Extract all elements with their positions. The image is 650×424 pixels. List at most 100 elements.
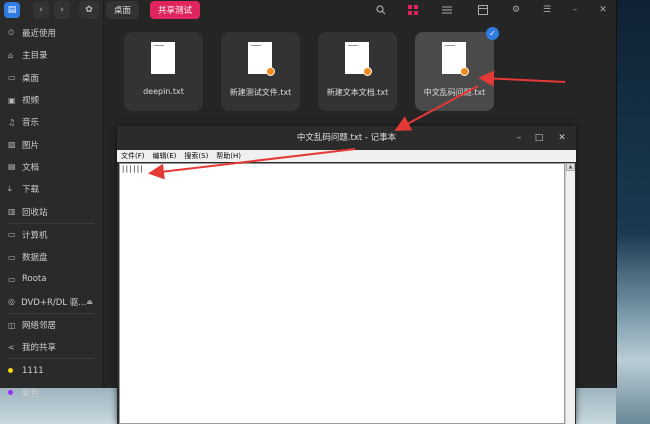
sidebar-item-videos[interactable]: ▣ 视频 <box>0 89 103 111</box>
sidebar-item-label: 音乐 <box>22 118 40 129</box>
home-button[interactable]: ✿ <box>79 1 99 19</box>
clock-icon: ⏲ <box>8 28 15 38</box>
sidebar-item-computer[interactable]: ▭ 计算机 <box>0 224 103 246</box>
sidebar-item-label: DVD+R/DL 驱... <box>21 297 87 308</box>
sidebar-item-roota[interactable]: ▭ Roota <box>0 268 103 290</box>
file-name: 新建文本文档.txt <box>326 88 389 97</box>
forward-button[interactable]: › <box>54 1 70 19</box>
sidebar-tag-1111[interactable]: 1111 <box>0 359 103 381</box>
sidebar-item-music[interactable]: ♫ 音乐 <box>0 111 103 133</box>
sidebar-item-label: 网络邻居 <box>22 321 57 331</box>
sidebar-item-label: 1111 <box>22 365 44 376</box>
home-icon: ⌂ <box>8 50 14 60</box>
lock-badge-icon <box>363 67 372 76</box>
window-title: 中文乱码问题.txt - 记事本 <box>296 133 397 143</box>
text-area[interactable]: |||||| <box>119 163 565 424</box>
desktop-background <box>616 0 650 424</box>
sidebar-nav: ⏲ 最近使用 ⌂ 主目录 ▭ 桌面 ▣ 视频 ♫ 音乐 ▨ 图片 ▤ 文档 ⤓ 下载 ▥ 回收站 … <box>0 22 103 404</box>
sidebar-item-label: 我的共享 <box>22 343 57 354</box>
menu-help[interactable]: 帮助(H) <box>212 151 245 161</box>
detail-view-icon[interactable] <box>476 3 490 17</box>
lock-badge-icon <box>266 67 275 76</box>
file-item-selected[interactable]: 中文乱码问题.txt <box>415 32 494 111</box>
minimize-button[interactable]: – <box>511 130 527 146</box>
sidebar: ▤ ⏲ 最近使用 ⌂ 主目录 ▭ 桌面 ▣ 视频 ♫ 音乐 ▨ 图片 ▤ 文档 ⤓ 下载 ▥ 回收… <box>0 0 104 399</box>
chevron-left-icon: ‹ <box>39 5 43 15</box>
sidebar-item-data-disk[interactable]: ▭ 数据盘 <box>0 246 103 268</box>
sidebar-item-pictures[interactable]: ▨ 图片 <box>0 133 103 155</box>
menu-bar: 文件(F) 编辑(E) 搜索(S) 帮助(H) <box>117 150 576 162</box>
picture-icon: ▨ <box>8 140 16 150</box>
close-icon[interactable]: ✕ <box>596 3 610 17</box>
menu-search[interactable]: 搜索(S) <box>180 151 212 161</box>
sidebar-item-documents[interactable]: ▤ 文档 <box>0 156 103 178</box>
file-name: 中文乱码问题.txt <box>423 88 486 97</box>
file-item[interactable]: 新建文本文档.txt <box>318 32 397 111</box>
app-logo-icon[interactable]: ▤ <box>4 2 20 18</box>
sidebar-item-desktop[interactable]: ▭ 桌面 <box>0 67 103 89</box>
share-icon: < <box>8 342 15 352</box>
sidebar-item-label: 文档 <box>22 162 40 173</box>
breadcrumb-share-test[interactable]: 共享测试 <box>150 1 201 19</box>
sidebar-tag-purple[interactable]: 紫色 <box>0 382 103 404</box>
back-button[interactable]: ‹ <box>33 1 49 19</box>
lock-badge-icon <box>460 67 469 76</box>
computer-icon: ▭ <box>8 230 16 240</box>
sidebar-item-label: 紫色 <box>22 388 40 399</box>
text-file-icon <box>151 42 175 74</box>
document-icon: ▤ <box>8 162 16 172</box>
disk-icon: ▭ <box>8 252 16 262</box>
breadcrumb-desktop[interactable]: 桌面 <box>106 1 140 19</box>
tag-dot-icon <box>8 390 13 396</box>
sidebar-item-home[interactable]: ⌂ 主目录 <box>0 44 103 66</box>
optical-drive-icon: ◎ <box>8 297 15 307</box>
sidebar-item-label: 回收站 <box>22 207 48 218</box>
scroll-up-icon[interactable]: ▲ <box>566 163 575 171</box>
chevron-right-icon: › <box>60 5 64 15</box>
text-file-icon <box>345 42 372 76</box>
home-icon: ✿ <box>85 5 93 15</box>
icon-view-icon[interactable] <box>406 3 420 17</box>
sidebar-item-my-share[interactable]: < 我的共享 <box>0 336 103 358</box>
sidebar-item-label: 主目录 <box>22 51 48 62</box>
sidebar-item-label: Roota <box>22 274 47 285</box>
sidebar-item-downloads[interactable]: ⤓ 下载 <box>0 178 103 200</box>
text-file-icon <box>248 42 275 76</box>
sidebar-item-trash[interactable]: ▥ 回收站 <box>0 200 103 222</box>
sidebar-item-label: 最近使用 <box>22 29 57 40</box>
music-icon: ♫ <box>8 117 16 127</box>
list-view-icon[interactable] <box>440 3 454 17</box>
disk-icon: ▭ <box>8 274 16 284</box>
sidebar-item-dvd-drive[interactable]: ◎ DVD+R/DL 驱... ⏏ <box>0 291 103 313</box>
file-name: deepin.txt <box>143 87 184 96</box>
sidebar-item-label: 数据盘 <box>22 253 48 264</box>
text-content: |||||| <box>121 165 144 173</box>
maximize-button[interactable]: □ <box>531 130 547 146</box>
checkmark-icon: ✓ <box>486 27 499 40</box>
sidebar-item-label: 图片 <box>22 140 40 151</box>
sidebar-item-label: 桌面 <box>22 73 40 84</box>
text-file-icon <box>442 42 469 76</box>
menu-icon[interactable]: ☰ <box>540 3 554 17</box>
video-icon: ▣ <box>8 95 16 105</box>
settings-icon[interactable]: ⚙ <box>509 3 523 17</box>
file-name: 新建测试文件.txt <box>229 88 292 97</box>
minimize-icon[interactable]: – <box>568 3 582 17</box>
vertical-scrollbar[interactable]: ▲ <box>565 163 575 424</box>
file-item[interactable]: deepin.txt <box>124 32 203 111</box>
desktop-icon: ▭ <box>8 73 16 83</box>
sidebar-item-label: 视频 <box>22 96 40 107</box>
eject-icon[interactable]: ⏏ <box>86 298 93 306</box>
close-button[interactable]: ✕ <box>554 130 570 146</box>
notepad-window: 中文乱码问题.txt - 记事本 – □ ✕ 文件(F) 编辑(E) 搜索(S)… <box>117 126 576 424</box>
sidebar-item-network[interactable]: ◫ 网络邻居 <box>0 314 103 336</box>
file-item[interactable]: 新建测试文件.txt <box>221 32 300 111</box>
search-icon[interactable] <box>374 3 388 17</box>
menu-edit[interactable]: 编辑(E) <box>149 151 181 161</box>
sidebar-item-label: 计算机 <box>22 230 48 241</box>
tag-dot-icon <box>8 368 13 374</box>
network-icon: ◫ <box>8 320 16 330</box>
download-icon: ⤓ <box>8 184 12 194</box>
sidebar-item-recent[interactable]: ⏲ 最近使用 <box>0 22 103 44</box>
menu-file[interactable]: 文件(F) <box>117 151 149 161</box>
